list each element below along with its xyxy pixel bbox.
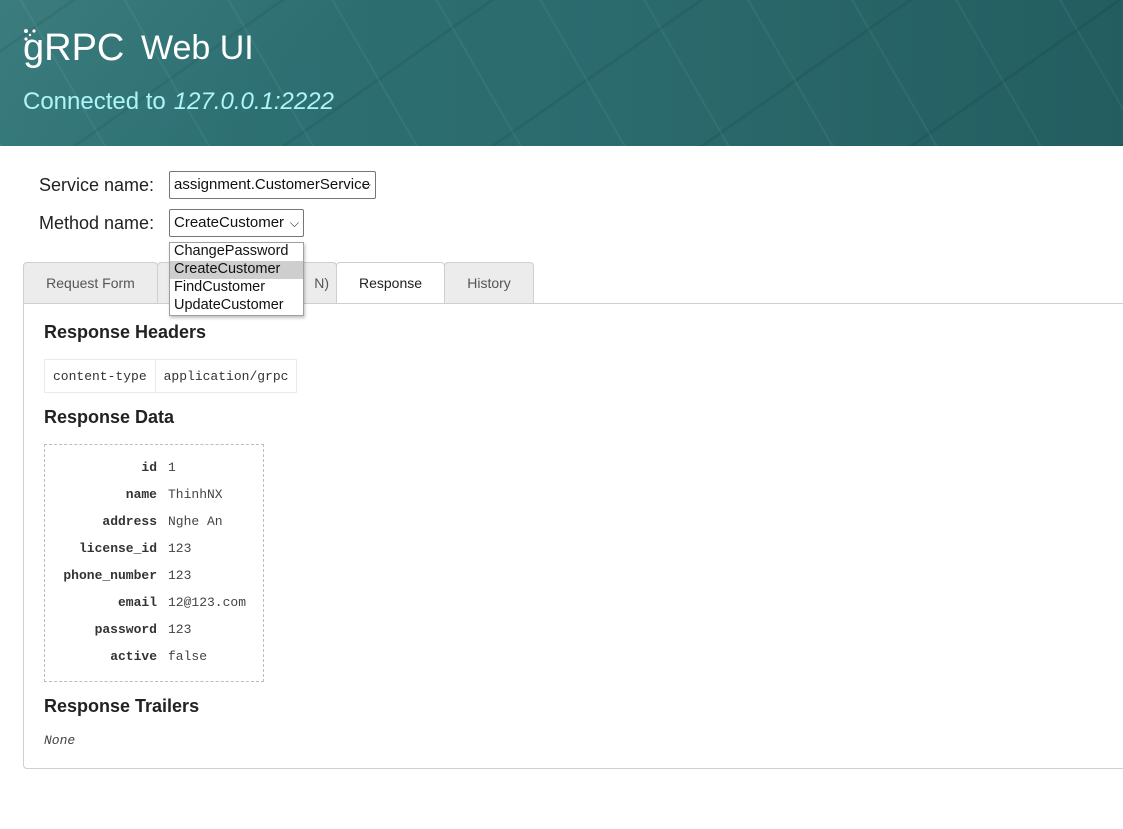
field-key: password bbox=[94, 622, 157, 637]
list-item: active false bbox=[45, 649, 263, 676]
list-item: name ThinhNX bbox=[45, 487, 263, 514]
field-key: name bbox=[125, 487, 157, 502]
response-data-title: Response Data bbox=[44, 407, 175, 427]
field-value: 1 bbox=[168, 460, 176, 475]
response-data-box: id 1 name ThinhNX address Nghe An licens… bbox=[44, 444, 264, 682]
tab-label: Response bbox=[358, 275, 423, 291]
tab-history[interactable]: History bbox=[444, 262, 534, 303]
dropdown-option-updatecustomer[interactable]: UpdateCustomer bbox=[170, 297, 303, 315]
field-value: 123 bbox=[168, 568, 192, 583]
grpc-logo-text: gRPC bbox=[23, 27, 125, 69]
field-key: active bbox=[110, 649, 157, 664]
connected-address: 127.0.0.1:2222 bbox=[173, 88, 334, 115]
tab-response[interactable]: Response bbox=[336, 262, 445, 304]
header-name: content-type bbox=[44, 359, 156, 393]
field-key: id bbox=[141, 460, 157, 475]
field-key: address bbox=[102, 514, 157, 529]
logo-dots-icon bbox=[24, 29, 36, 41]
field-value: ThinhNX bbox=[168, 487, 223, 502]
method-select-value: CreateCustomer bbox=[174, 214, 285, 231]
chevron-down-icon: ⌵ bbox=[361, 178, 371, 192]
field-value: 12@123.com bbox=[168, 595, 247, 610]
field-value: 123 bbox=[168, 541, 192, 556]
dropdown-option-changepassword[interactable]: ChangePassword bbox=[170, 243, 303, 261]
field-value: 123 bbox=[168, 622, 192, 637]
tab-request-form[interactable]: Request Form bbox=[23, 262, 158, 303]
field-value: false bbox=[168, 649, 208, 664]
response-trailers-title: Response Trailers bbox=[44, 696, 200, 716]
response-headers-table: content-type application/grpc bbox=[44, 359, 298, 393]
field-key: license_id bbox=[78, 541, 157, 556]
dropdown-option-createcustomer[interactable]: CreateCustomer bbox=[170, 261, 303, 279]
list-item: id 1 bbox=[45, 460, 263, 487]
tab-label: Request Form bbox=[46, 275, 135, 291]
list-item: phone_number 123 bbox=[45, 568, 263, 595]
list-item: license_id 123 bbox=[45, 541, 263, 568]
connection-status: Connected to 127.0.0.1:2222 bbox=[23, 87, 334, 117]
response-trailers-value: None bbox=[44, 733, 76, 748]
header-value: application/grpc bbox=[154, 359, 298, 393]
field-key: phone_number bbox=[63, 568, 157, 583]
method-name-label: Method name: bbox=[39, 213, 155, 233]
grpc-logo: gRPC bbox=[23, 26, 124, 70]
chevron-down-icon: ⌵ bbox=[289, 216, 299, 230]
page-title: Web UI bbox=[141, 29, 254, 67]
dropdown-option-findcustomer[interactable]: FindCustomer bbox=[170, 279, 303, 297]
service-select[interactable]: assignment.CustomerService ⌵ bbox=[169, 171, 376, 199]
tab-label: N) bbox=[314, 275, 329, 291]
method-dropdown-list: ChangePassword CreateCustomer FindCustom… bbox=[169, 242, 304, 316]
field-key: email bbox=[117, 595, 157, 610]
connected-label: Connected to bbox=[23, 88, 166, 115]
field-value: Nghe An bbox=[168, 514, 223, 529]
tab-label: History bbox=[467, 275, 511, 291]
method-select[interactable]: CreateCustomer ⌵ bbox=[169, 209, 304, 237]
list-item: address Nghe An bbox=[45, 514, 263, 541]
table-row: content-type application/grpc bbox=[44, 359, 298, 393]
list-item: password 123 bbox=[45, 622, 263, 649]
service-name-label: Service name: bbox=[39, 175, 155, 195]
page-header: gRPC Web UI Connected to 127.0.0.1:2222 bbox=[0, 0, 1123, 146]
service-select-value: assignment.CustomerService bbox=[174, 176, 370, 193]
list-item: email 12@123.com bbox=[45, 595, 263, 622]
response-headers-title: Response Headers bbox=[44, 322, 207, 342]
